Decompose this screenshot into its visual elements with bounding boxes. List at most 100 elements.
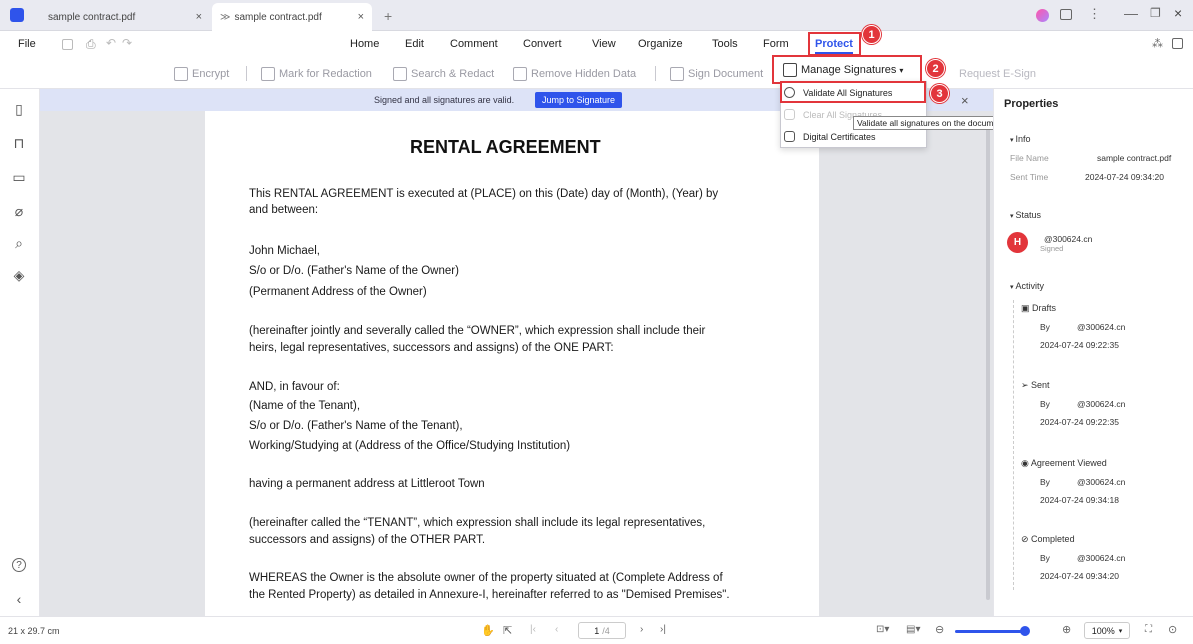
mark-redaction-label: Mark for Redaction [279,68,372,80]
next-page-icon[interactable]: › [640,624,643,635]
hand-tool-icon[interactable]: ✋ [481,624,495,637]
bookmark-icon[interactable]: ⊓ [10,134,28,152]
view-mode-icon[interactable]: ▤▾ [906,624,920,635]
manage-signatures-button[interactable]: Manage Signatures ▾ [783,60,903,80]
collapse-icon[interactable]: ‹ [10,590,28,608]
menu-tools[interactable]: Tools [712,38,738,50]
tab-2[interactable]: ≫ sample contract.pdf × [212,3,372,31]
attachment-icon[interactable]: ⌀ [10,202,28,220]
menu-protect[interactable]: Protect [815,38,853,54]
menu-comment[interactable]: Comment [450,38,498,50]
activity-time: 2024-07-24 09:34:18 [1040,495,1119,505]
page-number-input[interactable]: 1/4 [578,622,626,639]
zoom-out-icon[interactable]: ⊖ [935,623,944,636]
prev-page-icon[interactable]: ‹ [555,624,558,635]
undo-icon[interactable]: ↶ [106,36,116,50]
tab-label: sample contract.pdf [234,11,322,23]
panel-icon[interactable] [1172,38,1183,49]
mark-redaction-button[interactable]: Mark for Redaction [261,64,372,84]
zoom-select[interactable]: 100% ▾ [1084,622,1130,639]
paragraph-line: (Name of the Tenant), [249,400,361,412]
activity-by-label: By [1040,322,1050,332]
tab-1[interactable]: sample contract.pdf × [40,3,210,31]
sign-document-button[interactable]: Sign Document [670,64,763,84]
paragraph-line: the Rented Property) as detailed in Anne… [249,589,730,601]
maximize-icon[interactable]: ❐ [1150,6,1161,20]
menu-edit[interactable]: Edit [405,38,424,50]
scrollbar[interactable] [986,120,990,600]
paragraph-line: (Permanent Address of the Owner) [249,286,427,298]
fullscreen-icon[interactable]: ⛶ [1145,624,1152,635]
check-circle-icon [784,87,795,98]
activity-drafts: ▣ Drafts [1021,303,1056,314]
redo-icon[interactable]: ↷ [122,36,132,50]
zoom-value: 100% [1091,625,1115,636]
share-icon[interactable]: ⁂ [1152,37,1163,50]
close-icon[interactable]: × [196,11,202,23]
file-name-value: sample contract.pdf [1097,153,1172,163]
redaction-icon [261,67,275,81]
encrypt-button[interactable]: Encrypt [174,64,229,84]
divider [655,66,656,81]
sign-icon [670,67,684,81]
zoom-slider[interactable] [955,630,1025,633]
jump-to-signature-button[interactable]: Jump to Signature [535,92,623,108]
signatures-icon [783,63,797,77]
first-page-icon[interactable]: |‹ [530,624,536,635]
lock-icon [174,67,188,81]
select-tool-icon[interactable]: ⇱ [503,624,512,637]
activity-timeline-line [1013,300,1014,590]
avatar-icon[interactable] [1036,9,1049,22]
activity-viewed: ◉ Agreement Viewed [1021,458,1107,469]
close-icon[interactable]: × [358,11,364,23]
certificate-icon [784,131,795,142]
paragraph-line: This RENTAL AGREEMENT is executed at (PL… [249,188,719,200]
last-page-icon[interactable]: ›| [660,624,666,635]
menu-view[interactable]: View [592,38,616,50]
sent-time-value: 2024-07-24 09:34:20 [1085,172,1164,182]
page-total: /4 [602,625,610,636]
banner-close-icon[interactable]: × [961,93,969,108]
more-icon[interactable]: ⋮ [1088,6,1101,22]
comment-icon[interactable]: ▭ [10,168,28,186]
activity-by: @300624.cn [1077,322,1126,332]
remove-hidden-data-button[interactable]: Remove Hidden Data [513,64,636,84]
fit-page-icon[interactable]: ⊡▾ [876,624,889,635]
paragraph-line: S/o or D/o. (Father's Name of the Owner) [249,265,459,277]
search-icon[interactable]: ⌕ [10,234,28,252]
message-icon[interactable] [1060,9,1072,20]
search-redact-button[interactable]: Search & Redact [393,64,494,84]
menu-organize[interactable]: Organize [638,38,683,50]
request-esign-button[interactable]: Request E-Sign [959,64,1036,84]
help-icon[interactable]: ? [12,558,26,572]
page-thumbnail-icon[interactable]: ▯ [10,100,28,118]
info-section-label: ▾ Info [1010,134,1030,144]
window-close-icon[interactable]: × [1174,5,1182,21]
digital-certificates-item[interactable]: Digital Certificates [784,131,876,142]
check-circle-icon: ⊘ [1021,534,1032,544]
settings-icon[interactable]: ⊙ [1168,623,1177,636]
validate-label: Validate All Signatures [803,87,893,98]
menu-convert[interactable]: Convert [523,38,562,50]
file-name-label: File Name [1010,153,1049,163]
zoom-in-icon[interactable]: ⊕ [1062,623,1071,636]
document-title: RENTAL AGREEMENT [410,137,601,157]
file-menu[interactable]: File [18,38,36,50]
menu-form[interactable]: Form [763,38,789,50]
print-icon[interactable]: ⎙ [86,37,96,52]
save-icon[interactable] [62,39,73,50]
minimize-icon[interactable]: — [1124,5,1138,21]
chevron-down-icon: ▾ [1118,627,1123,635]
activity-section-label: ▾ Activity [1010,281,1044,291]
avatar: H [1007,232,1028,253]
menu-home[interactable]: Home [350,38,379,50]
remove-hidden-icon [513,67,527,81]
banner-text: Signed and all signatures are valid. [374,95,515,105]
validate-all-signatures-item[interactable]: Validate All Signatures [784,87,892,98]
layers-icon[interactable]: ◈ [10,266,28,284]
zoom-slider-handle[interactable] [1020,626,1030,636]
paragraph-line: John Michael, [249,245,320,257]
new-tab-icon[interactable]: + [384,8,392,24]
status-label: Status [1015,210,1041,220]
paragraph-line: Working/Studying at (Address of the Offi… [249,440,571,452]
